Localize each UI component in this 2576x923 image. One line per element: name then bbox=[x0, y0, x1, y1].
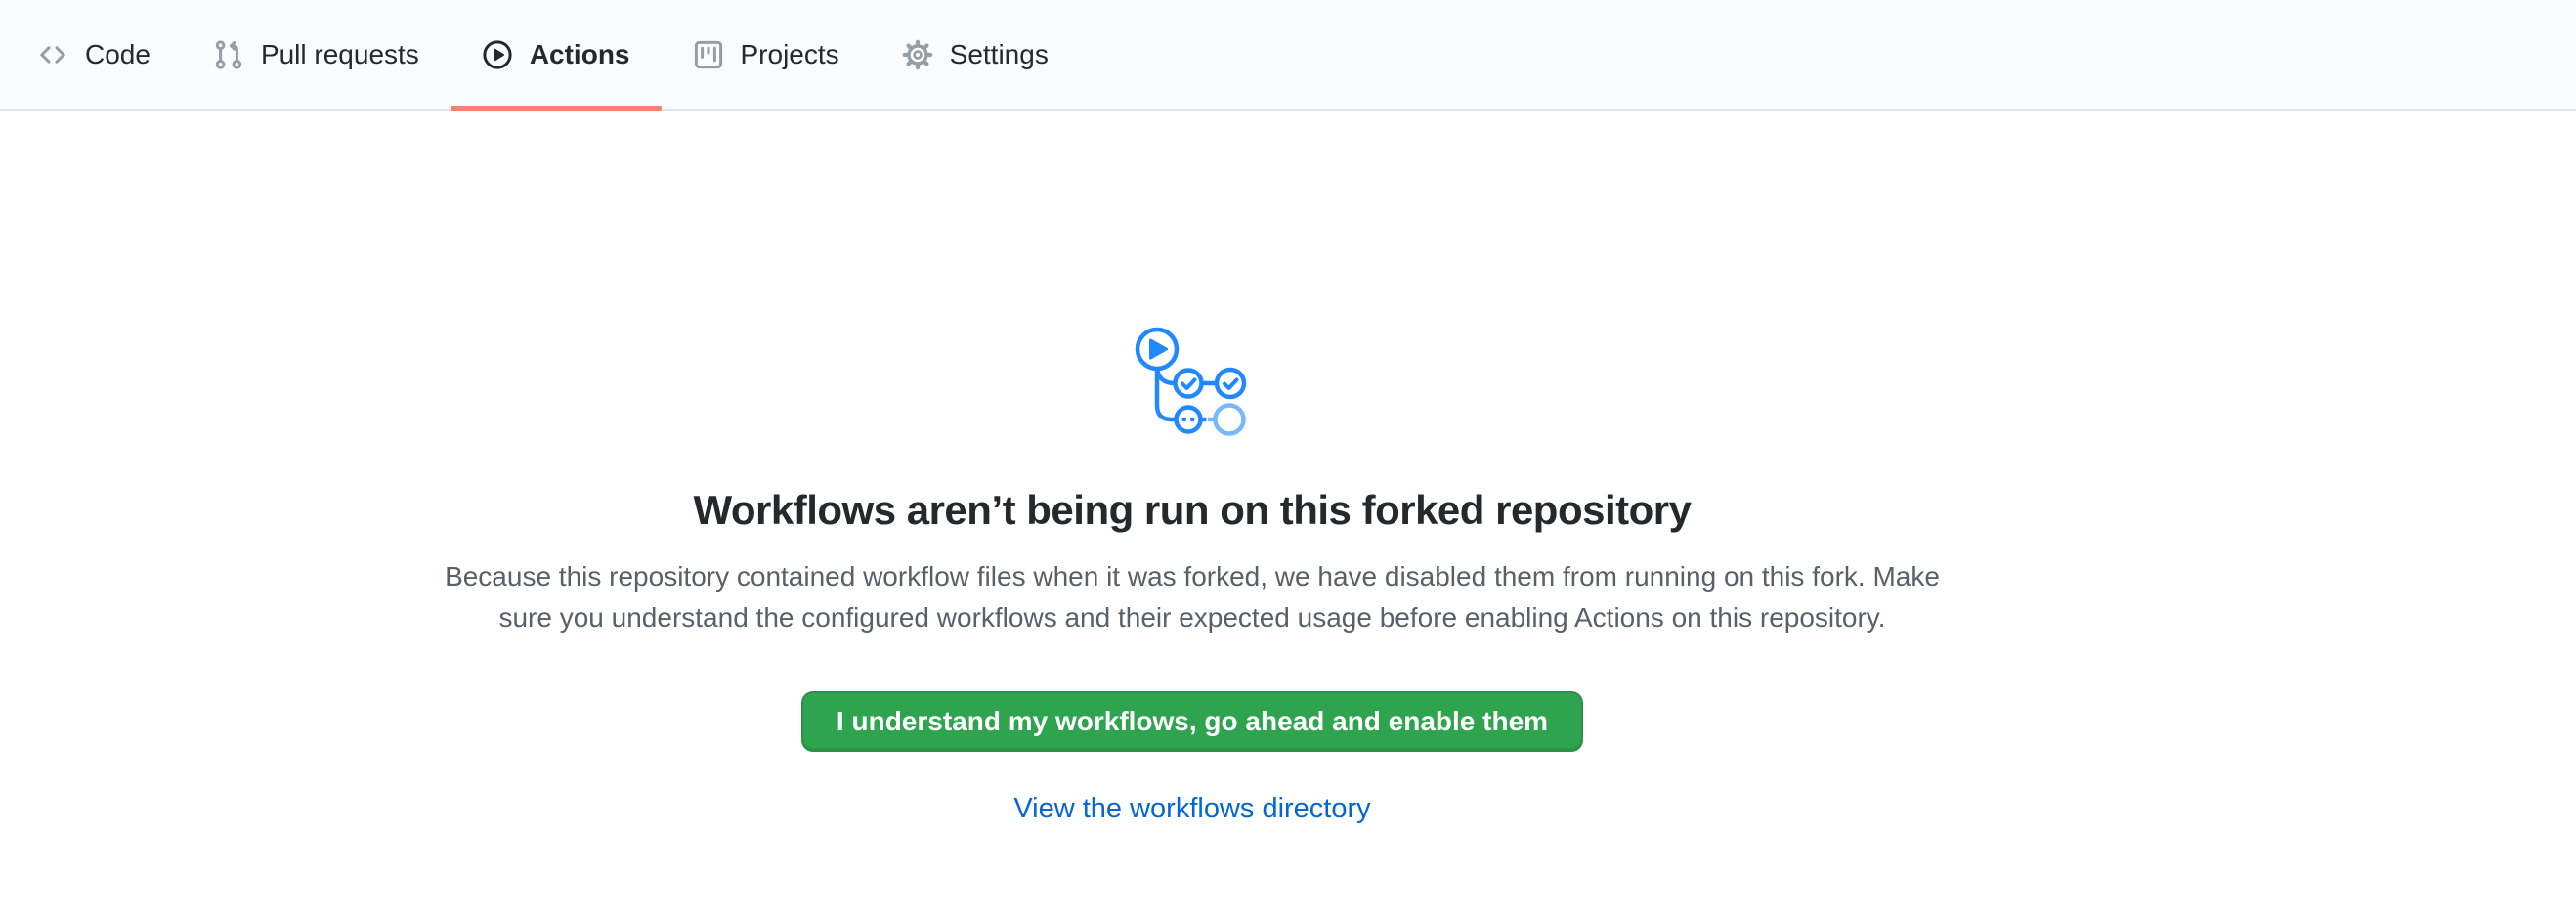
tab-label: Actions bbox=[530, 39, 630, 70]
project-board-icon bbox=[693, 39, 724, 70]
tab-label: Settings bbox=[950, 39, 1049, 70]
blankslate-heading: Workflows aren’t being run on this forke… bbox=[0, 486, 2384, 535]
code-icon bbox=[37, 39, 68, 70]
active-tab-underline bbox=[451, 106, 662, 111]
tab-label: Pull requests bbox=[261, 39, 419, 70]
tab-label: Projects bbox=[741, 39, 839, 70]
tab-projects[interactable]: Projects bbox=[662, 0, 871, 109]
tab-code[interactable]: Code bbox=[6, 0, 182, 109]
description-line: sure you understand the configured workf… bbox=[0, 597, 2384, 638]
repo-tab-nav: Code Pull requests Actions bbox=[0, 0, 2576, 111]
workflow-graphic-icon bbox=[1135, 327, 1250, 437]
actions-blankslate: Workflows aren’t being run on this forke… bbox=[0, 111, 2576, 825]
play-circle-icon bbox=[482, 39, 513, 70]
enable-workflows-button[interactable]: I understand my workflows, go ahead and … bbox=[801, 691, 1583, 752]
view-workflows-directory-link[interactable]: View the workflows directory bbox=[1013, 793, 1370, 824]
tab-pull-requests[interactable]: Pull requests bbox=[182, 0, 451, 109]
git-pull-request-icon bbox=[213, 39, 244, 70]
tab-label: Code bbox=[85, 39, 150, 70]
blankslate-description: Because this repository contained workfl… bbox=[0, 556, 2384, 638]
gear-icon bbox=[902, 39, 933, 70]
tab-settings[interactable]: Settings bbox=[871, 0, 1080, 109]
description-line: Because this repository contained workfl… bbox=[0, 556, 2384, 597]
tab-actions[interactable]: Actions bbox=[451, 0, 662, 109]
